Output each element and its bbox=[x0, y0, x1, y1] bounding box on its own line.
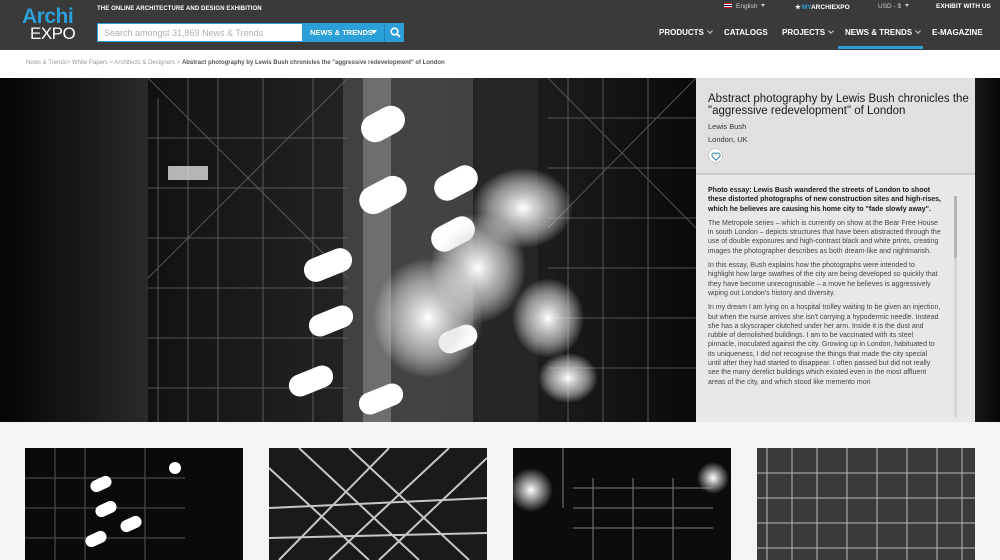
hero-left-blur bbox=[0, 78, 148, 422]
favorite-button[interactable] bbox=[708, 148, 723, 163]
my-suffix: ARCHIEXPO bbox=[810, 4, 850, 11]
breadcrumb: News & Trends> White Papers > Architects… bbox=[26, 60, 445, 66]
star-icon: ★ bbox=[795, 4, 801, 11]
site-tagline: THE ONLINE ARCHITECTURE AND DESIGN EXHIB… bbox=[97, 6, 262, 12]
caret-down-icon bbox=[761, 4, 766, 7]
search-input[interactable]: Search amongst 31,869 News & Trends bbox=[97, 23, 303, 42]
nav-catalogs[interactable]: CATALOGS bbox=[724, 28, 768, 37]
photo-thumb-image bbox=[757, 448, 975, 560]
article-lead: Photo essay: Lewis Bush wandered the str… bbox=[708, 187, 941, 213]
nav-label: PROJECTS bbox=[782, 28, 826, 37]
caret-down-icon bbox=[905, 4, 910, 7]
uk-flag-icon bbox=[724, 3, 732, 8]
logo-expo: EXPO bbox=[30, 24, 76, 43]
nav-label: CATALOGS bbox=[724, 28, 768, 37]
nav-label: NEWS & TRENDS bbox=[845, 28, 913, 37]
heart-icon bbox=[711, 152, 721, 161]
nav-products[interactable]: PRODUCTS bbox=[659, 28, 713, 37]
chevron-down-icon bbox=[915, 28, 921, 34]
archiexpo-logo[interactable]: Archi EXPO bbox=[22, 5, 78, 43]
language-label: English bbox=[736, 3, 758, 10]
article-author[interactable]: Lewis Bush bbox=[708, 122, 746, 131]
breadcrumb-bar: News & Trends> White Papers > Architects… bbox=[0, 50, 1000, 78]
currency-label: USD - $ bbox=[878, 3, 902, 10]
article-info-panel: Abstract photography by Lewis Bush chron… bbox=[696, 78, 975, 422]
article-paragraph: In my dream I am lying on a hospital tro… bbox=[708, 304, 941, 386]
site-header: Archi EXPO THE ONLINE ARCHITECTURE AND D… bbox=[0, 0, 1000, 50]
nav-e-magazine[interactable]: E-MAGAZINE bbox=[932, 28, 983, 37]
gallery-thumbnail[interactable] bbox=[25, 448, 243, 560]
search-category-select[interactable]: NEWS & TRENDS bbox=[303, 23, 384, 42]
article-paragraph: In this essay, Bush explains how the pho… bbox=[708, 262, 938, 297]
photo-thumb-image bbox=[513, 448, 731, 560]
nav-projects[interactable]: PROJECTS bbox=[782, 28, 834, 37]
article-body: Photo essay: Lewis Bush wandered the str… bbox=[708, 186, 941, 408]
hero-photo[interactable] bbox=[148, 78, 696, 422]
currency-selector[interactable]: USD - $ bbox=[878, 3, 910, 10]
article-paragraph: The Metropole series – which is currentl… bbox=[708, 219, 941, 255]
search-button[interactable] bbox=[384, 23, 404, 42]
chevron-down-icon bbox=[707, 28, 713, 34]
caret-down-icon bbox=[371, 30, 377, 34]
gallery-thumbnail[interactable] bbox=[513, 448, 731, 560]
breadcrumb-current: Abstract photography by Lewis Bush chron… bbox=[181, 60, 445, 66]
breadcrumb-link[interactable]: White Papers bbox=[72, 60, 108, 66]
gallery-thumbnail[interactable] bbox=[269, 448, 487, 560]
article-header: Abstract photography by Lewis Bush chron… bbox=[696, 78, 975, 175]
article-title: Abstract photography by Lewis Bush chron… bbox=[708, 93, 969, 117]
breadcrumb-link[interactable]: News & Trends bbox=[26, 60, 67, 66]
search-category-label: NEWS & TRENDS bbox=[310, 28, 373, 37]
thumbnail-strip bbox=[0, 422, 1000, 560]
nav-label: E-MAGAZINE bbox=[932, 28, 983, 37]
search-icon bbox=[390, 27, 401, 38]
photo-thumb-image bbox=[269, 448, 487, 560]
construction-photo-image bbox=[148, 78, 696, 422]
chevron-down-icon bbox=[828, 28, 834, 34]
my-archiexpo-link[interactable]: ★MYARCHIEXPO bbox=[795, 3, 850, 11]
nav-label: PRODUCTS bbox=[659, 28, 704, 37]
breadcrumb-link[interactable]: Architects & Designers bbox=[114, 60, 175, 66]
scrollbar-thumb[interactable] bbox=[954, 196, 957, 258]
language-selector[interactable]: English bbox=[724, 3, 766, 10]
my-prefix: MY bbox=[801, 4, 811, 11]
hero-right-blur bbox=[975, 78, 1000, 422]
photo-thumb-image bbox=[25, 448, 243, 560]
nav-active-indicator bbox=[838, 46, 923, 49]
nav-news-trends[interactable]: NEWS & TRENDS bbox=[845, 28, 921, 37]
exhibit-with-us-link[interactable]: EXHIBIT WITH US bbox=[936, 3, 991, 10]
gallery-thumbnail[interactable] bbox=[757, 448, 975, 560]
article-location: London, UK bbox=[708, 135, 748, 144]
article-scrollbar[interactable] bbox=[954, 196, 957, 418]
article-hero: Abstract photography by Lewis Bush chron… bbox=[0, 78, 1000, 422]
